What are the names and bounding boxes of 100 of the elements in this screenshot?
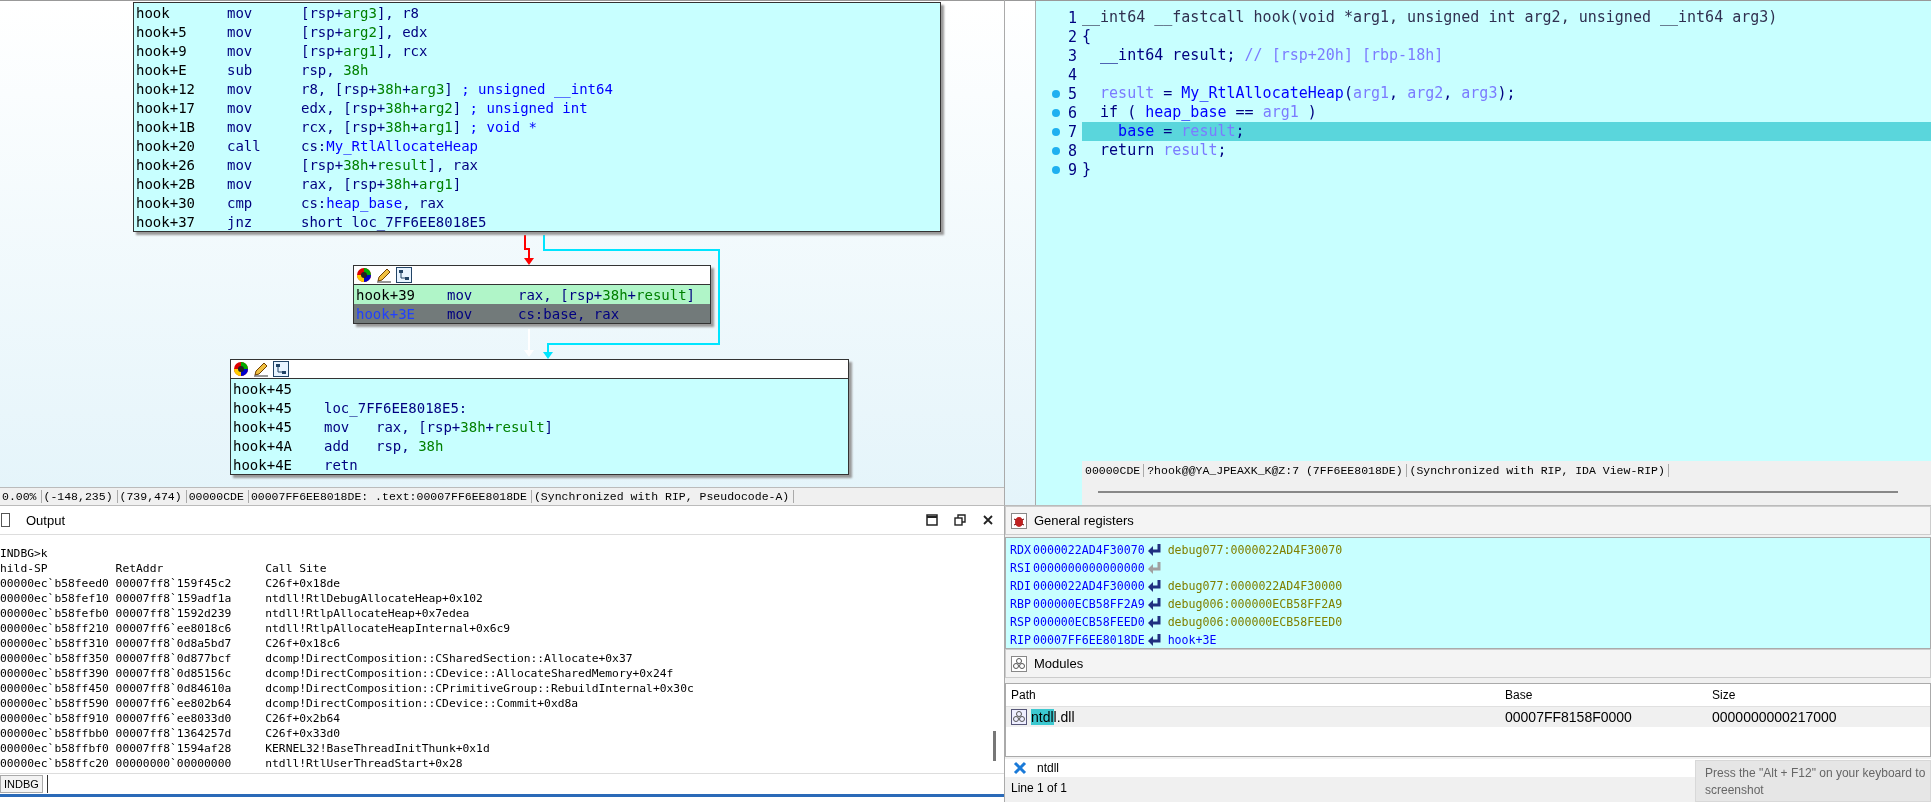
status-field: 00007FF6EE8018DE: .text:00007FF6EE8018DE (248, 490, 532, 503)
return-arrow-icon[interactable] (1146, 543, 1163, 557)
status-field: 00000CDE (186, 490, 249, 503)
output-line: 00000ec`b58fef10 00007ff8`159adf1a ntdll!RtlDebugAllocateHeap+0x102 (0, 591, 483, 606)
mnemonic: mov (227, 156, 254, 173)
status-field: (739,474) (117, 490, 187, 503)
status-field: 0.00% (0, 490, 42, 503)
address-label: hook+2B (136, 175, 196, 192)
panel-title: Modules (1034, 656, 1084, 671)
column-header[interactable]: Base (1505, 688, 1712, 702)
register-target[interactable]: hook+3E (1167, 633, 1217, 647)
bug-icon (1011, 512, 1027, 529)
register-target[interactable]: debug077:0000022AD4F30070 (1167, 543, 1343, 557)
pencil-icon[interactable] (253, 361, 269, 377)
mnemonic: mov (227, 23, 254, 40)
scrollbar[interactable] (1098, 491, 1898, 493)
mnemonic: jnz (227, 213, 254, 230)
output-line: 00000ec`b58ff590 00007ff6`ee802b64 dcomp!DirectComposition::CDevice::Commit+0xd8a (0, 696, 579, 711)
line-number: 1 (1067, 8, 1077, 27)
notification-text: screenshot (1705, 783, 1765, 799)
status-field: (-148,235) (41, 490, 118, 503)
mnemonic: mov (447, 286, 474, 303)
register-value[interactable]: 00007FF6EE8018DE (1032, 633, 1145, 647)
address-label: hook+45 (233, 399, 293, 416)
code-line: __int64 result; // [rsp+20h] [rbp-18h] (1099, 46, 1445, 65)
command-button[interactable]: INDBG (0, 775, 43, 793)
status-field: (Synchronized with RIP, Pseudocode-A) (531, 490, 795, 503)
mnemonic: mov (227, 118, 254, 135)
column-header[interactable]: Size (1712, 688, 1930, 702)
register-value[interactable]: 0000022AD4F30000 (1032, 579, 1145, 593)
return-arrow-icon[interactable] (1146, 597, 1163, 611)
operands: rax, [rsp+38h+result] (518, 286, 697, 303)
mnemonic: cmp (227, 194, 254, 211)
register-name: RSP (1010, 615, 1031, 629)
operands: cs:base, rax (518, 305, 621, 322)
register-value[interactable]: 0000022AD4F30070 (1032, 543, 1145, 557)
status-field: 00000CDE (1082, 463, 1145, 477)
return-arrow-icon[interactable] (1146, 579, 1163, 593)
address-label: hook (136, 4, 171, 21)
output-line: 00000ec`b58ff350 00007ff8`0d877bcf dcomp!DirectComposition::CSharedSection::Allocate+0x37 (0, 651, 633, 666)
operands: [rsp+38h+result], rax (301, 156, 480, 173)
status-field: ?hook@@YA_JPEAXK_K@Z:7 (7FF6EE8018DE) (1144, 463, 1407, 477)
code-line: return result; (1099, 141, 1228, 160)
modules-icon (1011, 709, 1027, 725)
address-label: hook+E (136, 61, 188, 78)
close-icon[interactable] (982, 514, 994, 526)
operands: cs:heap_base, rax (301, 194, 446, 211)
output-line: 00000ec`b58ff210 00007ff6`ee8018c6 ntdll!RtlpAllocateHeapInternal+0x6c9 (0, 621, 511, 636)
line-number: 9 (1067, 160, 1077, 179)
address-label: hook+5 (136, 23, 188, 40)
operands: rsp, 38h (301, 61, 370, 78)
output-line: 00000ec`b58feed0 00007ff8`159f45c2 C26f+0x18de (0, 576, 341, 591)
mnemonic: mov (447, 305, 474, 322)
graph-icon[interactable] (396, 267, 412, 283)
operands: [rsp+arg1], rcx (301, 42, 429, 59)
mnemonic: mov (227, 42, 254, 59)
return-arrow-icon[interactable] (1146, 615, 1163, 629)
color-wheel-icon[interactable] (356, 267, 372, 283)
operands: rsp, 38h (376, 437, 445, 454)
address-label: hook+4A (233, 437, 293, 454)
mnemonic: add (324, 437, 351, 454)
color-wheel-icon[interactable] (233, 361, 249, 377)
pencil-icon[interactable] (376, 267, 392, 283)
return-arrow-icon[interactable] (1146, 633, 1163, 647)
register-target[interactable]: debug006:000000ECB58FF2A9 (1167, 597, 1343, 611)
output-line: 00000ec`b58ffc20 00000000`00000000 ntdll!RtlUserThreadStart+0x28 (0, 756, 463, 771)
address-label: hook+45 (233, 418, 293, 435)
address-label: hook+45 (233, 380, 293, 397)
line-number: 2 (1067, 27, 1077, 46)
address-label: hook+9 (136, 42, 188, 59)
address-label: hook+30 (136, 194, 196, 211)
operands: short loc_7FF6EE8018E5 (301, 213, 488, 230)
status-field: (Synchronized with RIP, IDA View-RIP) (1406, 463, 1669, 477)
register-target[interactable]: debug006:000000ECB58FEED0 (1167, 615, 1343, 629)
register-name: RIP (1010, 633, 1031, 647)
restore-icon[interactable] (954, 514, 966, 526)
register-value[interactable]: 0000000000000000 (1032, 561, 1145, 575)
output-line: 00000ec`b58ff910 00007ff6`ee8033d0 C26f+0x2b64 (0, 711, 341, 726)
mnemonic: mov (227, 80, 254, 97)
register-target[interactable]: debug077:0000022AD4F30000 (1167, 579, 1343, 593)
mnemonic: retn (324, 456, 359, 473)
graph-icon[interactable] (273, 361, 289, 377)
maximize-icon[interactable] (926, 514, 938, 526)
output-line: 00000ec`b58ff390 00007ff8`0d85156c dcomp!DirectComposition::CDevice::AllocateSharedMemory+0x24f (0, 666, 674, 681)
operands: rcx, [rsp+38h+arg1] ; void * (301, 118, 539, 135)
line-number: 8 (1067, 141, 1077, 160)
code-label: loc_7FF6EE8018E5: (324, 399, 469, 416)
register-value[interactable]: 000000ECB58FF2A9 (1032, 597, 1145, 611)
address-label: hook+26 (136, 156, 196, 173)
status-text: Line 1 of 1 (1011, 781, 1068, 795)
column-header[interactable]: Path (1011, 688, 1505, 702)
code-line: } (1082, 160, 1093, 179)
line-number: 4 (1067, 65, 1077, 84)
module-base: 00007FF8158F0000 (1505, 709, 1633, 725)
address-label: hook+3E (356, 305, 416, 322)
code-line: result = My_RtlAllocateHeap(arg1, arg2, arg3); (1099, 84, 1517, 103)
output-line: 00000ec`b58ffbb0 00007ff8`1364257d C26f+0x33d0 (0, 726, 341, 741)
filter-field[interactable]: ntdll (1035, 760, 1239, 776)
register-value[interactable]: 000000ECB58FEED0 (1032, 615, 1145, 629)
scrollbar[interactable] (993, 731, 996, 761)
